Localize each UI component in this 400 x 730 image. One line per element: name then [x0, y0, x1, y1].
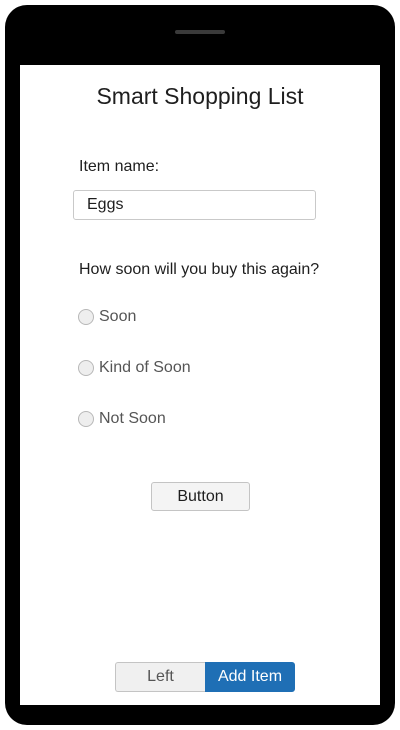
radio-circle-icon[interactable] [78, 309, 94, 325]
generic-button[interactable]: Button [151, 482, 250, 511]
page-title: Smart Shopping List [96, 83, 304, 109]
radio-label: Soon [99, 308, 137, 325]
speaker-grille [175, 30, 225, 34]
item-name-label: Item name: [79, 158, 160, 175]
radio-label: Kind of Soon [99, 359, 191, 376]
frequency-question: How soon will you buy this again? [79, 261, 320, 278]
phone-frame: Smart Shopping List Item name: How soon … [5, 5, 395, 725]
radio-label: Not Soon [99, 410, 166, 427]
item-name-input[interactable] [73, 190, 316, 220]
left-segment-button[interactable]: Left [115, 662, 205, 692]
app-screen: Smart Shopping List Item name: How soon … [20, 65, 380, 705]
add-item-button[interactable]: Add Item [205, 662, 295, 692]
radio-option-kind-of-soon[interactable]: Kind of Soon [78, 358, 191, 378]
radio-option-soon[interactable]: Soon [78, 307, 136, 327]
radio-circle-icon[interactable] [78, 360, 94, 376]
radio-circle-icon[interactable] [78, 411, 94, 427]
segmented-control: Left Add Item [115, 662, 295, 692]
radio-option-not-soon[interactable]: Not Soon [78, 409, 166, 429]
